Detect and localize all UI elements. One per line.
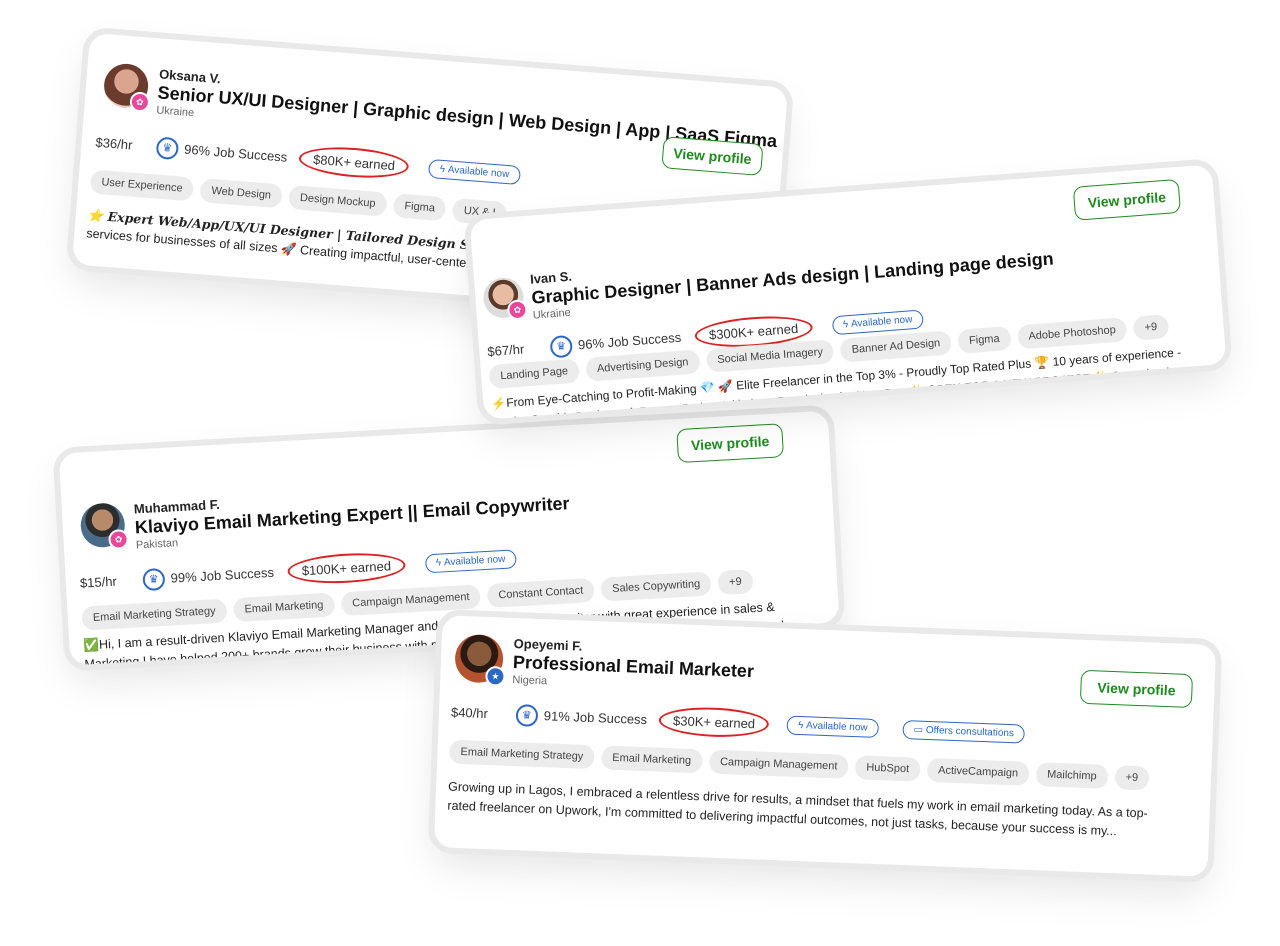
available-label: Available now (850, 314, 913, 330)
crown-icon: ♛ (142, 567, 166, 591)
crown-icon: ♛ (155, 135, 180, 160)
star-badge-icon: ✿ (129, 91, 151, 113)
hourly-rate: $15/hr (79, 573, 118, 591)
star-badge-icon: ★ (485, 665, 506, 687)
view-profile-button[interactable]: View profile (676, 423, 785, 464)
job-success-label: 96% Job Success (183, 141, 288, 165)
more-tags-button[interactable]: +9 (717, 569, 754, 596)
skill-tag[interactable]: Email Marketing (232, 592, 335, 623)
job-success: ♛ 99% Job Success (142, 561, 275, 591)
freelancer-card-opeyemi[interactable]: ★ Opeyemi F. Professional Email Marketer… (433, 615, 1217, 877)
skill-tag[interactable]: ActiveCampaign (926, 757, 1030, 786)
skill-tag[interactable]: Figma (957, 325, 1012, 354)
skill-tag[interactable]: Email Marketing (600, 745, 703, 774)
avatar[interactable]: ★ (454, 633, 506, 687)
freelancer-title[interactable]: Graphic Designer | Banner Ads design | L… (531, 249, 1055, 309)
avatar[interactable]: ✿ (79, 502, 130, 550)
job-success: ♛ 96% Job Success (155, 135, 288, 168)
skill-tag[interactable]: Design Mockup (288, 185, 388, 217)
skill-tag[interactable]: Email Marketing Strategy (81, 598, 228, 631)
more-tags-button[interactable]: +9 (1132, 314, 1170, 341)
skill-tag[interactable]: Adobe Photoshop (1016, 317, 1128, 350)
job-success: ♛ 91% Job Success (515, 703, 648, 731)
skill-tag[interactable]: Campaign Management (340, 584, 482, 617)
available-now-badge: ϟ Available now (424, 549, 517, 574)
available-label: Available now (443, 553, 506, 569)
star-badge-icon: ✿ (506, 299, 529, 321)
skill-tag[interactable]: Email Marketing Strategy (449, 739, 595, 770)
available-label: Available now (805, 720, 868, 734)
freelancer-country: Ukraine (155, 104, 195, 120)
hourly-rate: $40/hr (450, 704, 489, 722)
hourly-rate: $67/hr (486, 341, 525, 360)
consult-label: Offers consultations (925, 724, 1015, 740)
available-now-badge: ϟ Available now (786, 715, 879, 739)
skill-tag[interactable]: User Experience (89, 169, 195, 202)
view-profile-button[interactable]: View profile (661, 136, 764, 176)
more-tags-button[interactable]: +9 (1114, 765, 1150, 791)
earned-amount: $30K+ earned (658, 705, 770, 739)
available-label: Available now (447, 164, 510, 181)
skill-tag[interactable]: HubSpot (854, 755, 921, 782)
earned-amount: $100K+ earned (287, 550, 406, 587)
available-now-badge: ϟ Available now (831, 309, 925, 336)
freelancer-country: Nigeria (512, 673, 548, 688)
skill-tag[interactable]: Web Design (199, 178, 283, 209)
crown-icon: ♛ (515, 703, 539, 727)
video-icon: ▭ (913, 724, 926, 736)
view-profile-button[interactable]: View profile (1072, 178, 1181, 221)
job-success-label: 99% Job Success (170, 564, 275, 586)
skill-tag[interactable]: Constant Contact (486, 577, 595, 608)
job-success-label: 96% Job Success (577, 329, 682, 353)
star-badge-icon: ✿ (108, 528, 130, 550)
freelancer-title[interactable]: Professional Email Marketer (513, 652, 755, 682)
skill-tag[interactable]: Mailchimp (1035, 762, 1109, 789)
skill-tag[interactable]: Campaign Management (708, 749, 849, 779)
job-success-label: 91% Job Success (543, 708, 648, 728)
freelancer-country: Ukraine (532, 306, 572, 322)
skill-tag[interactable]: Figma (392, 193, 447, 222)
earned-amount: $80K+ earned (298, 143, 411, 182)
freelancer-country: Pakistan (135, 537, 179, 552)
freelancer-name: Opeyemi F. (513, 635, 583, 654)
skill-tag[interactable]: Sales Copywriting (600, 571, 712, 602)
available-now-badge: ϟ Available now (428, 158, 521, 186)
offers-consultations-badge: ▭ Offers consultations (902, 719, 1026, 744)
avatar[interactable]: ✿ (102, 62, 151, 113)
hourly-rate: $36/hr (95, 134, 133, 153)
avatar[interactable]: ✿ (482, 276, 529, 321)
stats-row: $40/hr ♛ 91% Job Success $30K+ earned ϟ … (450, 698, 1026, 749)
view-profile-button[interactable]: View profile (1079, 669, 1194, 709)
crown-icon: ♛ (549, 334, 573, 358)
